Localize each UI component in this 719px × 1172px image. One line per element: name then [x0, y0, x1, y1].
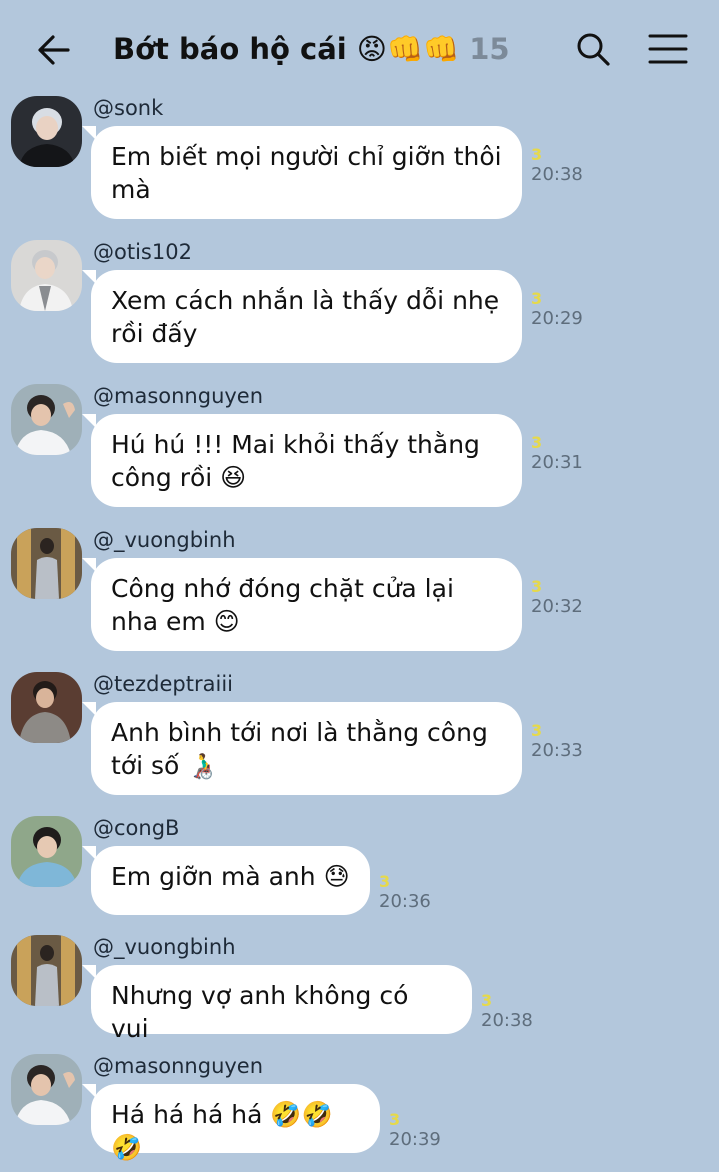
- search-button[interactable]: [574, 30, 612, 68]
- group-name: Bớt báo hộ cái 😡👊👊: [113, 31, 460, 66]
- message-text: Há há há há 🤣🤣🤣: [111, 1100, 333, 1162]
- message-meta: 3 20:39: [389, 1111, 441, 1151]
- message-meta: 3 20:33: [531, 722, 583, 762]
- message-meta: 3 20:32: [531, 578, 583, 618]
- avatar[interactable]: [11, 672, 82, 743]
- seen-count: 3: [531, 289, 543, 308]
- avatar[interactable]: [11, 935, 82, 1006]
- message-bubble[interactable]: Em biết mọi người chỉ giỡn thôi mà: [82, 126, 522, 219]
- avatar[interactable]: [11, 240, 82, 311]
- message-bubble[interactable]: Công nhớ đóng chặt cửa lại nha em 😊: [82, 558, 522, 651]
- message-bubble[interactable]: Em giỡn mà anh 😓: [82, 846, 370, 915]
- avatar[interactable]: [11, 96, 82, 167]
- message-meta: 3 20:29: [531, 290, 583, 330]
- avatar[interactable]: [11, 384, 82, 455]
- chat-header: Bớt báo hộ cái 😡👊👊 15: [0, 0, 719, 96]
- message-time: 20:29: [531, 308, 583, 329]
- username: @masonnguyen: [93, 1054, 264, 1078]
- username: @congB: [93, 816, 180, 840]
- message-text: Nhưng vợ anh không có vui: [111, 981, 409, 1043]
- message-bubble[interactable]: Anh bình tới nơi là thằng công tới số 👨‍…: [82, 702, 522, 795]
- username: @_vuongbinh: [93, 935, 236, 959]
- message-text: Hú hú !!! Mai khỏi thấy thằng công rồi 😆: [111, 430, 480, 492]
- username: @tezdeptraiii: [93, 672, 233, 696]
- message-text: Anh bình tới nơi là thằng công tới số 👨‍…: [111, 718, 488, 780]
- username: @masonnguyen: [93, 384, 264, 408]
- avatar[interactable]: [11, 816, 82, 887]
- username: @_vuongbinh: [93, 528, 236, 552]
- message-time: 20:38: [481, 1010, 533, 1031]
- hamburger-menu-icon: [648, 34, 688, 64]
- message-time: 20:33: [531, 740, 583, 761]
- message-text: Xem cách nhắn là thấy dỗi nhẹ rồi đấy: [111, 286, 500, 348]
- arrow-left-icon: [38, 35, 70, 65]
- message-time: 20:36: [379, 891, 431, 912]
- message-bubble[interactable]: Nhưng vợ anh không có vui: [82, 965, 472, 1043]
- message-bubble[interactable]: Hú hú !!! Mai khỏi thấy thằng công rồi 😆: [82, 414, 522, 507]
- message-text: Em giỡn mà anh 😓: [111, 862, 350, 891]
- message-time: 20:39: [389, 1129, 441, 1150]
- back-button[interactable]: [34, 30, 74, 70]
- message-time: 20:38: [531, 164, 583, 185]
- message-meta: 3 20:38: [481, 992, 533, 1032]
- avatar[interactable]: [11, 528, 82, 599]
- message-time: 20:32: [531, 596, 583, 617]
- username: @otis102: [93, 240, 192, 264]
- message-meta: 3 20:31: [531, 434, 583, 474]
- seen-count: 3: [531, 145, 543, 164]
- chat-title[interactable]: Bớt báo hộ cái 😡👊👊 15: [113, 27, 510, 71]
- username: @sonk: [93, 96, 164, 120]
- message-meta: 3 20:36: [379, 873, 431, 913]
- seen-count: 3: [379, 872, 391, 891]
- message-bubble[interactable]: Xem cách nhắn là thấy dỗi nhẹ rồi đấy: [82, 270, 522, 363]
- seen-count: 3: [531, 577, 543, 596]
- message-text: Em biết mọi người chỉ giỡn thôi mà: [111, 142, 502, 204]
- seen-count: 3: [531, 721, 543, 740]
- search-icon: [577, 33, 610, 66]
- menu-button[interactable]: [648, 32, 688, 66]
- member-count: 15: [469, 32, 510, 66]
- message-text: Công nhớ đóng chặt cửa lại nha em 😊: [111, 574, 454, 636]
- message-time: 20:31: [531, 452, 583, 473]
- avatar[interactable]: [11, 1054, 82, 1125]
- message-bubble[interactable]: Há há há há 🤣🤣🤣: [82, 1084, 380, 1162]
- message-meta: 3 20:38: [531, 146, 583, 186]
- seen-count: 3: [481, 991, 493, 1010]
- seen-count: 3: [389, 1110, 401, 1129]
- seen-count: 3: [531, 433, 543, 452]
